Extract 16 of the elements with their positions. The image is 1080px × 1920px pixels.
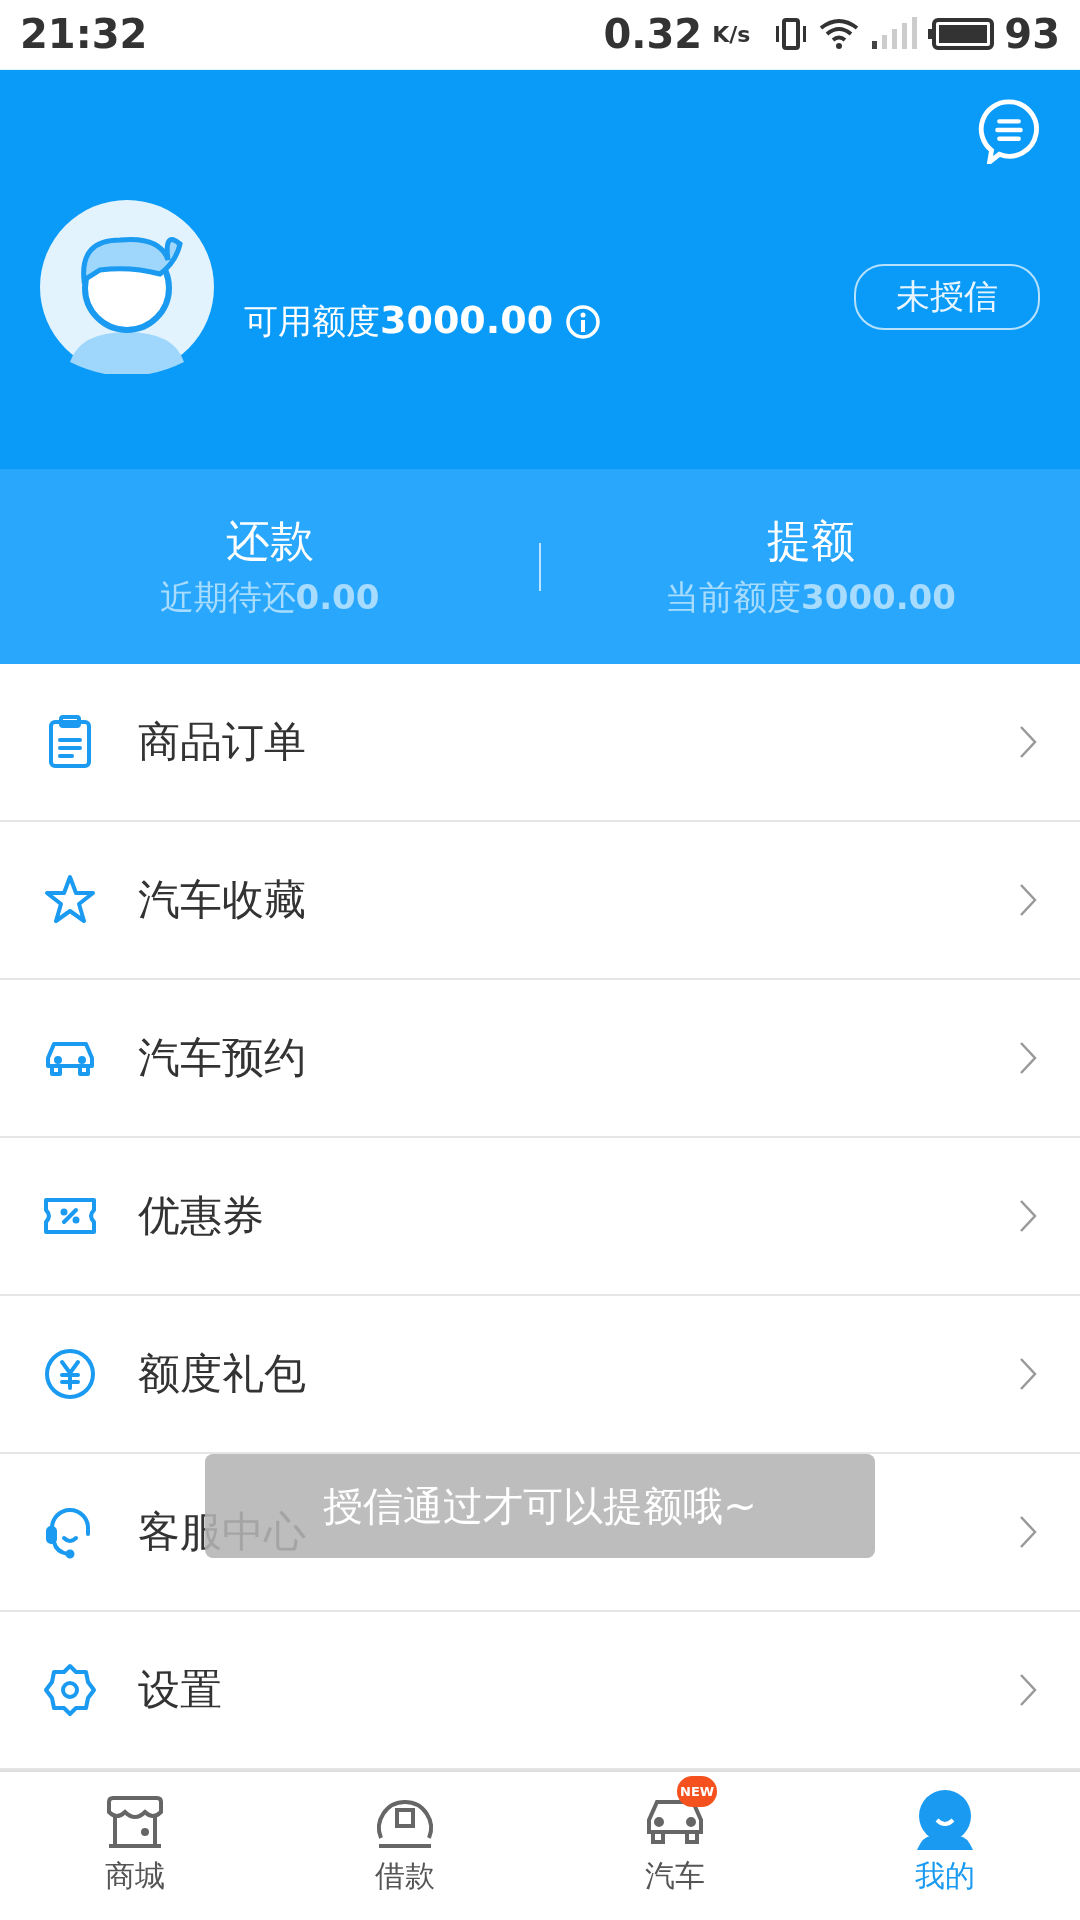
speed-unit: K/s bbox=[712, 21, 751, 47]
menu-label: 汽车收藏 bbox=[138, 874, 306, 927]
status-time: 21:32 bbox=[20, 11, 148, 58]
menu-label: 优惠券 bbox=[138, 1190, 264, 1243]
menu-label: 汽车预约 bbox=[138, 1032, 306, 1085]
menu-label: 商品订单 bbox=[138, 716, 306, 769]
stat-subtitle: 当前额度3000.00 bbox=[665, 576, 956, 620]
stat-title: 还款 bbox=[225, 514, 314, 569]
network-speed: 0.32 bbox=[603, 11, 703, 58]
menu-label: 设置 bbox=[138, 1664, 222, 1717]
stat-title: 提额 bbox=[766, 514, 855, 569]
menu-label: 额度礼包 bbox=[138, 1348, 306, 1401]
stat-subtitle: 近期待还0.00 bbox=[159, 576, 380, 620]
battery-level: 93 bbox=[1004, 11, 1060, 58]
new-badge: NEW bbox=[677, 1776, 718, 1808]
available-credit: 可用额度3000.00 bbox=[244, 298, 554, 345]
